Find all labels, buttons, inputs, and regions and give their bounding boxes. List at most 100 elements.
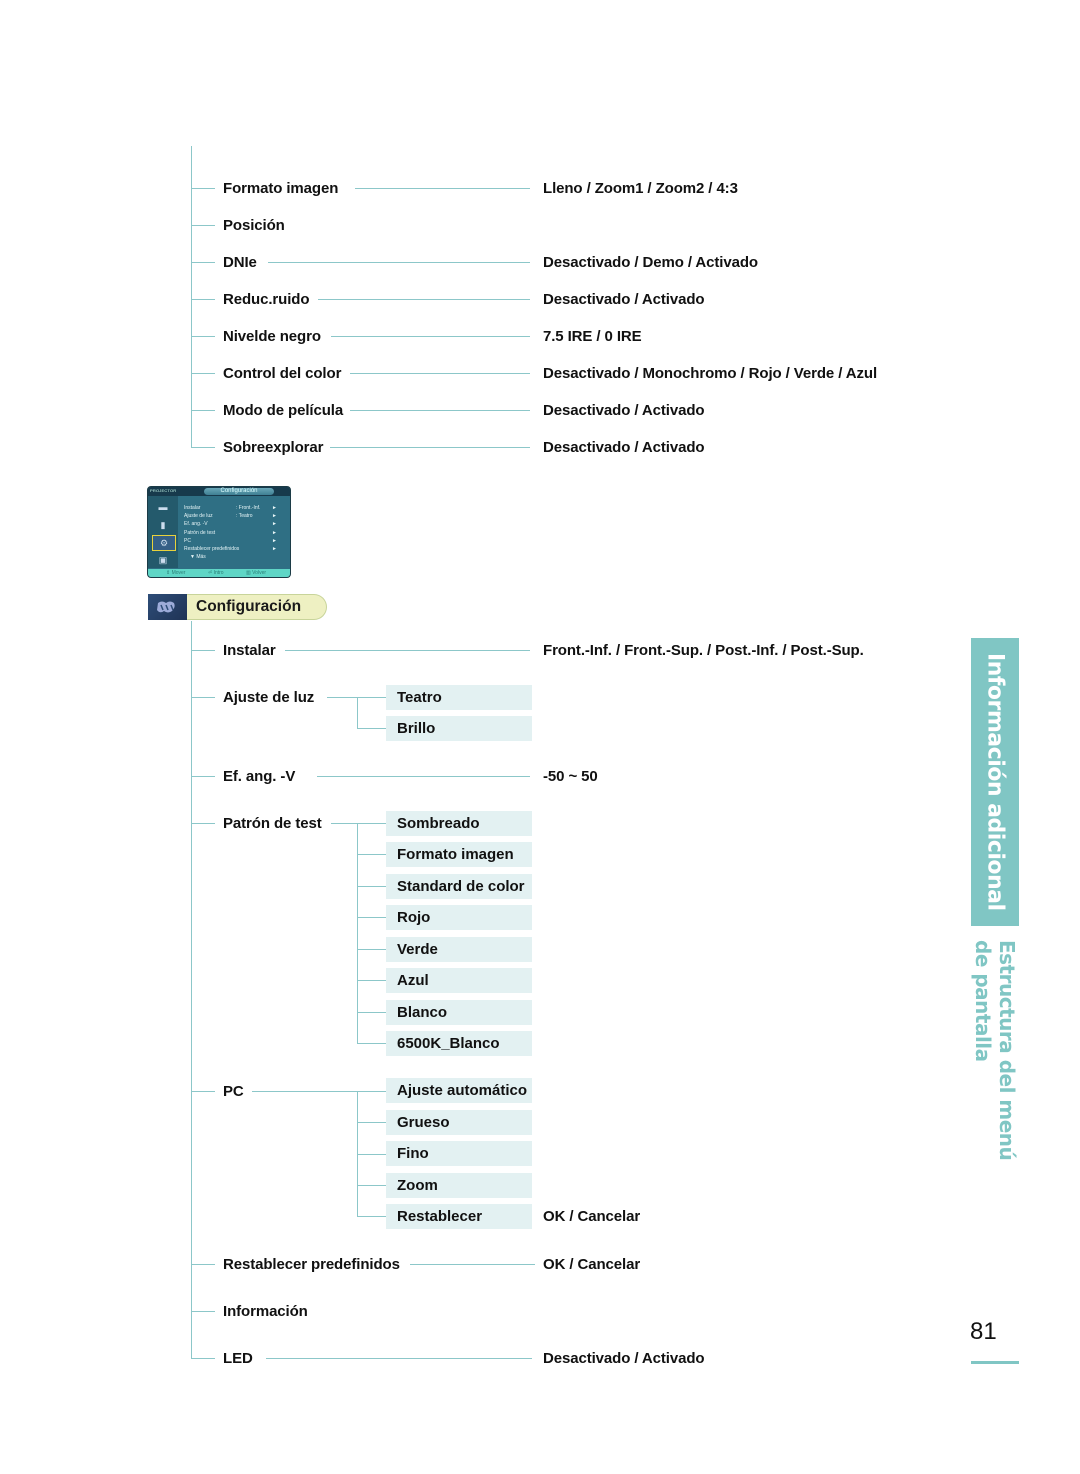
submenu-item-ajuste-automatico: Ajuste automático [386, 1078, 532, 1103]
option-values: Desactivado / Monochromo / Rojo / Verde … [543, 365, 878, 382]
submenu-item-sombreado: Sombreado [386, 811, 532, 836]
sub-branch-line [357, 728, 386, 729]
leader-line [252, 1091, 386, 1092]
submenu-item-grueso: Grueso [386, 1110, 532, 1135]
menu-item-modo-pelicula: Modo de película [223, 402, 344, 419]
osd-footer: ⇕ Mover ⏎ Intro ▥ Volver [148, 569, 290, 577]
leader-line [350, 410, 530, 411]
page-number-underline [971, 1361, 1019, 1364]
branch-line [191, 410, 215, 411]
branch-line [191, 823, 215, 824]
leader-line [331, 823, 386, 824]
setup-icon [148, 594, 187, 620]
option-values: Desactivado / Activado [543, 439, 705, 456]
sub-branch-line [357, 854, 386, 855]
branch-line [191, 447, 215, 448]
osd-row: Ajuste de luz: Teatro ► [184, 513, 277, 520]
option-values: Desactivado / Activado [543, 402, 705, 419]
section-title: Configuración [196, 598, 302, 615]
sub-branch-line [357, 1216, 386, 1217]
menu-item-formato-imagen: Formato imagen [223, 180, 339, 197]
osd-move-hint: ⇕ Mover [166, 570, 186, 576]
tree-trunk-top [191, 146, 192, 448]
option-values: OK / Cancelar [543, 1256, 641, 1273]
menu-item-control-color: Control del color [223, 365, 342, 382]
option-values: Front.-Inf. / Front.-Sup. / Post.-Inf. /… [543, 642, 864, 659]
menu-item-led: LED [223, 1350, 253, 1367]
submenu-item-verde: Verde [386, 937, 532, 962]
submenu-item-rojo: Rojo [386, 905, 532, 930]
chapter-subtitle: Estructura del menú de pantalla [971, 940, 1019, 1161]
osd-brand: PROJECTOR [150, 488, 177, 493]
osd-menu-thumbnail: PROJECTOR Configuración ▬ ▮ ⚙ ▣ Instalar… [147, 486, 291, 578]
sub-branch-line [357, 917, 386, 918]
branch-line [191, 262, 215, 263]
option-values: Desactivado / Demo / Activado [543, 254, 758, 271]
menu-item-patron-test: Patrón de test [223, 815, 322, 832]
sub-branch-line [357, 1154, 386, 1155]
osd-row: ▼ Más [190, 554, 206, 561]
sub-branch-line [357, 1185, 386, 1186]
section-title-pill: Configuración [187, 594, 327, 620]
menu-item-dnie: DNIe [223, 254, 257, 271]
submenu-item-zoom: Zoom [386, 1173, 532, 1198]
branch-line [191, 188, 215, 189]
chapter-subtitle-wrap: Estructura del menú de pantalla [971, 940, 1019, 1192]
chapter-tab-label: Información adicional [971, 638, 1019, 926]
tree-trunk-config [191, 621, 192, 1358]
submenu-item-brillo: Brillo [386, 716, 532, 741]
osd-enter-hint: ⏎ Intro [208, 570, 224, 576]
leader-line [350, 373, 530, 374]
leader-line [266, 1358, 532, 1359]
leader-line [410, 1264, 535, 1265]
leader-line [331, 336, 530, 337]
menu-item-sobreexplorar: Sobreexplorar [223, 439, 324, 456]
option-values: Desactivado / Activado [543, 291, 705, 308]
menu-item-pc: PC [223, 1083, 244, 1100]
submenu-item-6500k-blanco: 6500K_Blanco [386, 1031, 532, 1056]
menu-item-ef-ang: Ef. ang. -V [223, 768, 296, 785]
sub-branch-line [357, 823, 358, 1044]
branch-line [191, 373, 215, 374]
branch-line [191, 1264, 215, 1265]
option-values: OK / Cancelar [543, 1208, 641, 1225]
submenu-item-fino: Fino [386, 1141, 532, 1166]
branch-line [191, 650, 215, 651]
menu-item-restablecer-predefinidos: Restablecer predefinidos [223, 1256, 400, 1273]
submenu-item-standard-color: Standard de color [386, 874, 532, 899]
sub-branch-line [357, 949, 386, 950]
branch-line [191, 336, 215, 337]
leader-line [318, 299, 530, 300]
branch-line [191, 776, 215, 777]
osd-option-icon: ▣ [158, 555, 168, 565]
branch-line [191, 1311, 215, 1312]
option-values: Lleno / Zoom1 / Zoom2 / 4:3 [543, 180, 738, 197]
chapter-title: Información adicional [982, 653, 1008, 911]
osd-menu-list: Instalar: Front.-Inf. ► Ajuste de luz: Te… [184, 504, 285, 561]
osd-setup-icon: ⚙ [152, 535, 176, 551]
option-values: 7.5 IRE / 0 IRE [543, 328, 642, 345]
osd-title: Configuración [204, 488, 274, 495]
sub-branch-line [357, 697, 358, 729]
branch-line [191, 299, 215, 300]
osd-input-icon: ▬ [158, 502, 168, 512]
submenu-item-restablecer: Restablecer [386, 1204, 532, 1229]
leader-line [317, 776, 530, 777]
menu-item-reduc-ruido: Reduc.ruido [223, 291, 310, 308]
menu-item-instalar: Instalar [223, 642, 276, 659]
branch-line [191, 697, 215, 698]
branch-line [191, 225, 215, 226]
sub-branch-line [357, 1122, 386, 1123]
submenu-item-azul: Azul [386, 968, 532, 993]
menu-item-informacion: Información [223, 1303, 308, 1320]
osd-row: Instalar: Front.-Inf. ► [184, 505, 277, 511]
menu-item-posicion: Posición [223, 217, 285, 234]
submenu-item-formato-imagen: Formato imagen [386, 842, 532, 867]
option-values: Desactivado / Activado [543, 1350, 705, 1367]
osd-row: PC ► [184, 537, 277, 544]
sub-branch-line [357, 1012, 386, 1013]
menu-item-nivel-negro: Nivelde negro [223, 328, 321, 345]
osd-sidebar: ▬ ▮ ⚙ ▣ [148, 496, 178, 568]
menu-item-ajuste-luz: Ajuste de luz [223, 689, 315, 706]
leader-line [355, 188, 530, 189]
